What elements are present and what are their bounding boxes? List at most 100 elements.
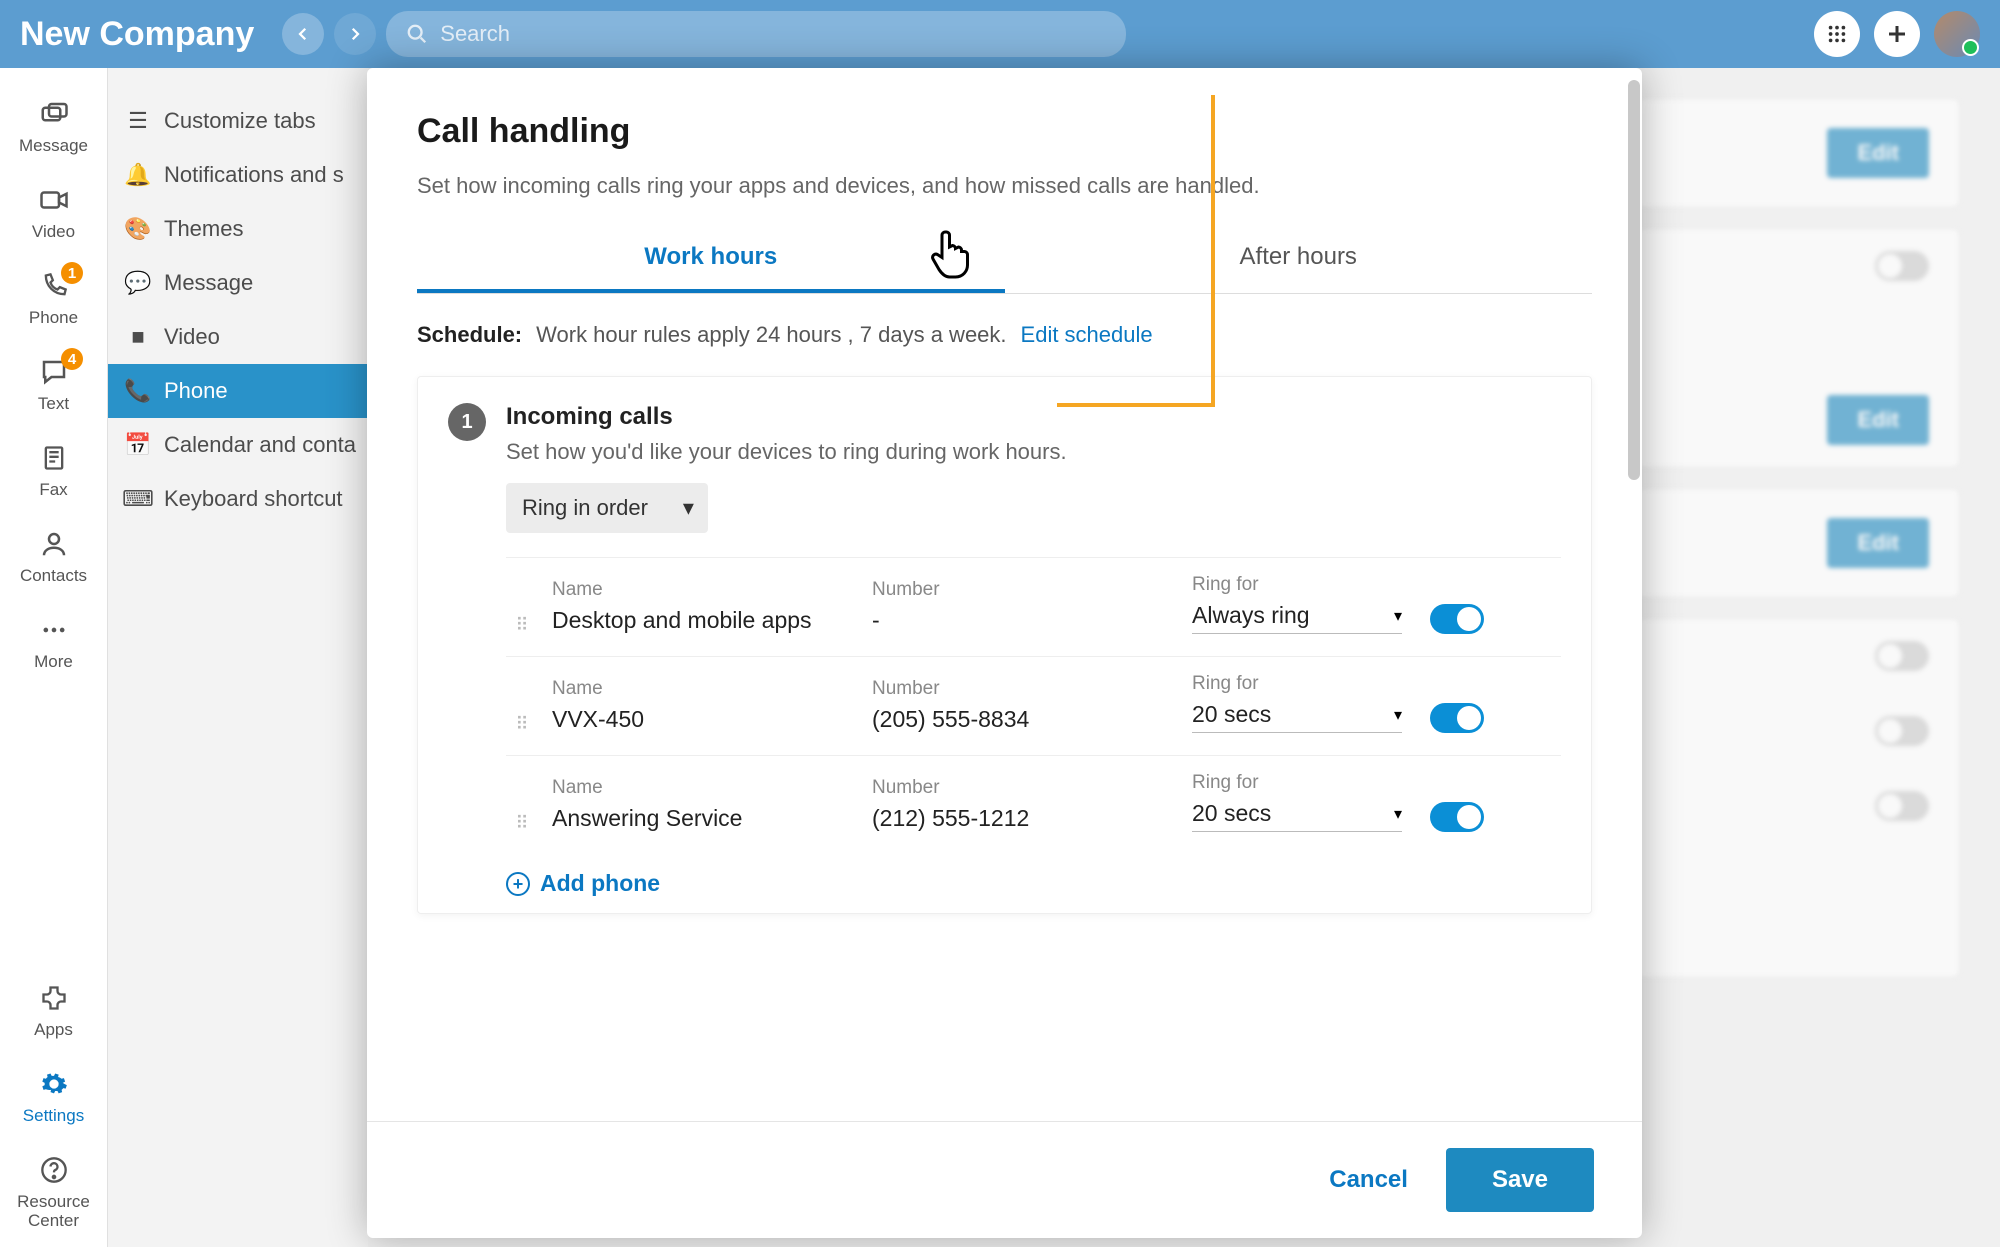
schedule-label: Schedule: xyxy=(417,322,522,348)
sidebar-message[interactable]: 💬Message xyxy=(108,256,368,310)
video-icon xyxy=(36,182,72,218)
tab-work-hours[interactable]: Work hours xyxy=(417,229,1005,293)
calendar-icon: 📅 xyxy=(126,432,150,458)
search-input[interactable] xyxy=(440,21,1106,47)
caret-down-icon: ▾ xyxy=(1394,606,1402,626)
section-description: Set how you'd like your devices to ring … xyxy=(506,439,1067,465)
ring-for-dropdown[interactable]: 20 secs▾ xyxy=(1192,800,1402,832)
ring-mode-value: Ring in order xyxy=(522,495,648,521)
nav-forward-button[interactable] xyxy=(334,13,376,55)
col-ringfor: Ring for xyxy=(1192,574,1402,596)
modal-footer: Cancel Save xyxy=(367,1121,1642,1238)
edit-schedule-link[interactable]: Edit schedule xyxy=(1021,322,1153,348)
sidebar-themes[interactable]: 🎨Themes xyxy=(108,202,368,256)
rail-video[interactable]: Video xyxy=(0,172,107,258)
drag-handle-icon[interactable]: ⠿ xyxy=(506,620,542,634)
device-row: ⠿ NameAnswering Service Number(212) 555-… xyxy=(506,755,1561,854)
cancel-button[interactable]: Cancel xyxy=(1319,1148,1418,1212)
schedule-text: Work hour rules apply 24 hours , 7 days … xyxy=(536,322,1006,348)
sidebar-phone[interactable]: 📞Phone xyxy=(108,364,368,418)
left-rail: Message Video 1 Phone 4 Text Fax Contact… xyxy=(0,68,108,1247)
dialpad-button[interactable] xyxy=(1814,11,1860,57)
plus-circle-icon: + xyxy=(506,872,530,896)
bell-icon: 🔔 xyxy=(126,162,150,188)
col-name: Name xyxy=(552,579,862,601)
tab-after-hours[interactable]: After hours xyxy=(1005,229,1593,293)
bg-toggle-4[interactable] xyxy=(1875,791,1929,821)
rail-text[interactable]: 4 Text xyxy=(0,344,107,430)
keyboard-icon: ⌨ xyxy=(126,486,150,512)
step-number: 1 xyxy=(448,403,486,441)
modal-scrollbar[interactable] xyxy=(1628,80,1640,480)
call-handling-modal: Call handling Set how incoming calls rin… xyxy=(367,68,1642,1238)
modal-description: Set how incoming calls ring your apps an… xyxy=(417,173,1592,199)
search-field[interactable] xyxy=(386,11,1126,57)
device-number: - xyxy=(872,607,1182,634)
message-icon xyxy=(36,96,72,132)
device-toggle[interactable] xyxy=(1430,703,1484,733)
settings-sidebar: ☰Customize tabs 🔔Notifications and s 🎨Th… xyxy=(108,68,368,1247)
drag-handle-icon[interactable]: ⠿ xyxy=(506,818,542,832)
bg-edit-button-3[interactable]: Edit xyxy=(1827,518,1929,568)
device-toggle[interactable] xyxy=(1430,802,1484,832)
fax-icon xyxy=(36,440,72,476)
rail-fax[interactable]: Fax xyxy=(0,430,107,516)
device-name: VVX-450 xyxy=(552,706,862,733)
tabs-icon: ☰ xyxy=(126,108,150,134)
device-name: Answering Service xyxy=(552,805,862,832)
device-number: (205) 555-8834 xyxy=(872,706,1182,733)
top-bar: New Company xyxy=(0,0,2000,68)
col-number: Number xyxy=(872,579,1182,601)
device-row: ⠿ Name Desktop and mobile apps Number - Ri… xyxy=(506,557,1561,656)
incoming-calls-section: 1 Incoming calls Set how you'd like your… xyxy=(417,376,1592,914)
rail-message[interactable]: Message xyxy=(0,86,107,172)
nav-back-button[interactable] xyxy=(282,13,324,55)
device-name: Desktop and mobile apps xyxy=(552,607,862,634)
device-toggle[interactable] xyxy=(1430,604,1484,634)
device-row: ⠿ NameVVX-450 Number(205) 555-8834 Ring … xyxy=(506,656,1561,755)
bg-toggle-3[interactable] xyxy=(1875,716,1929,746)
phone-badge: 1 xyxy=(61,262,83,284)
bg-edit-button-2[interactable]: Edit xyxy=(1827,395,1929,445)
bg-edit-button-1[interactable]: Edit xyxy=(1827,128,1929,178)
search-icon xyxy=(406,23,428,45)
modal-title: Call handling xyxy=(417,112,1592,151)
ring-mode-dropdown[interactable]: Ring in order ▾ xyxy=(506,483,708,533)
sidebar-keyboard[interactable]: ⌨Keyboard shortcut xyxy=(108,472,368,526)
bg-toggle-2[interactable] xyxy=(1875,641,1929,671)
save-button[interactable]: Save xyxy=(1446,1148,1594,1212)
apps-icon xyxy=(36,980,72,1016)
rail-contacts[interactable]: Contacts xyxy=(0,516,107,602)
sidebar-video[interactable]: ■Video xyxy=(108,310,368,364)
ring-for-dropdown[interactable]: 20 secs▾ xyxy=(1192,701,1402,733)
more-icon xyxy=(36,612,72,648)
contacts-icon xyxy=(36,526,72,562)
text-badge: 4 xyxy=(61,348,83,370)
bg-toggle-1[interactable] xyxy=(1875,251,1929,281)
schedule-row: Schedule: Work hour rules apply 24 hours… xyxy=(417,322,1592,348)
message-icon: 💬 xyxy=(126,270,150,296)
rail-phone[interactable]: 1 Phone xyxy=(0,258,107,344)
ring-for-dropdown[interactable]: Always ring▾ xyxy=(1192,602,1402,634)
rail-settings[interactable]: Settings xyxy=(0,1056,107,1142)
sidebar-notifications[interactable]: 🔔Notifications and s xyxy=(108,148,368,202)
rail-more[interactable]: More xyxy=(0,602,107,688)
caret-down-icon: ▾ xyxy=(683,495,694,521)
settings-icon xyxy=(36,1066,72,1102)
sidebar-calendar[interactable]: 📅Calendar and conta xyxy=(108,418,368,472)
video-icon: ■ xyxy=(126,324,150,350)
drag-handle-icon[interactable]: ⠿ xyxy=(506,719,542,733)
palette-icon: 🎨 xyxy=(126,216,150,242)
rail-apps[interactable]: Apps xyxy=(0,970,107,1056)
sidebar-customize-tabs[interactable]: ☰Customize tabs xyxy=(108,94,368,148)
caret-down-icon: ▾ xyxy=(1394,804,1402,824)
company-title: New Company xyxy=(20,15,254,54)
new-action-button[interactable] xyxy=(1874,11,1920,57)
caret-down-icon: ▾ xyxy=(1394,705,1402,725)
rail-resource-center[interactable]: Resource Center xyxy=(0,1142,107,1247)
profile-avatar[interactable] xyxy=(1934,11,1980,57)
add-phone-button[interactable]: + Add phone xyxy=(506,870,1561,897)
help-icon xyxy=(36,1152,72,1188)
section-title: Incoming calls xyxy=(506,403,1067,431)
modal-tabs: Work hours After hours xyxy=(417,229,1592,294)
